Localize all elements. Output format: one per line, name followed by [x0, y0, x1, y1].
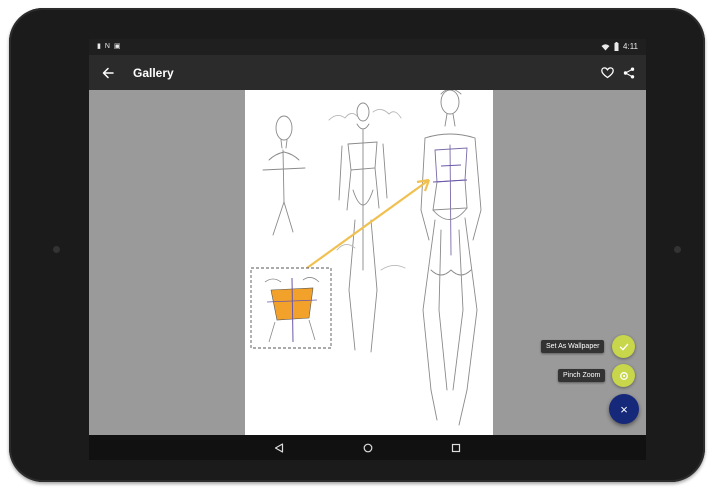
set-wallpaper-label[interactable]: Set As Wallpaper — [541, 340, 605, 353]
status-time: 4:11 — [623, 42, 638, 51]
notification-icon: ▮ — [97, 43, 101, 50]
screen: ▮ N ▣ 4:11 Gallery Set As Wallpaper Pinc… — [89, 39, 646, 460]
gallery-image[interactable] — [245, 90, 493, 435]
close-fab-button[interactable]: × — [609, 394, 639, 424]
nav-back-icon — [274, 443, 284, 453]
back-button[interactable] — [97, 62, 119, 84]
favorite-button[interactable] — [596, 62, 618, 84]
share-button[interactable] — [618, 62, 640, 84]
battery-icon — [614, 42, 619, 51]
nav-recents-icon — [451, 443, 461, 453]
wifi-icon — [601, 43, 610, 50]
notification-icon: N — [104, 43, 110, 50]
nav-recents-button[interactable] — [447, 439, 465, 457]
status-left-icons: ▮ N ▣ — [97, 43, 121, 51]
navigation-bar — [89, 435, 646, 460]
back-arrow-icon — [102, 67, 114, 79]
heart-icon — [600, 67, 614, 79]
page-title: Gallery — [133, 66, 174, 80]
app-bar: Gallery — [89, 55, 646, 90]
device-camera — [674, 246, 681, 253]
set-wallpaper-button[interactable] — [612, 335, 635, 358]
status-bar: ▮ N ▣ 4:11 — [89, 39, 646, 55]
pinch-zoom-button[interactable] — [612, 364, 635, 387]
pinch-zoom-label[interactable]: Pinch Zoom — [558, 369, 606, 382]
nav-home-button[interactable] — [359, 439, 377, 457]
check-icon — [619, 343, 628, 351]
notification-icon: ▣ — [113, 43, 121, 50]
nav-home-icon — [363, 443, 373, 453]
status-right: 4:11 — [601, 42, 638, 51]
close-icon: × — [620, 401, 628, 417]
fashion-sketch-image — [245, 90, 493, 435]
zoom-icon — [619, 371, 628, 380]
tablet-frame: ▮ N ▣ 4:11 Gallery Set As Wallpaper Pinc… — [9, 8, 705, 482]
share-icon — [623, 67, 635, 79]
nav-back-button[interactable] — [270, 439, 288, 457]
device-sensor — [53, 246, 60, 253]
